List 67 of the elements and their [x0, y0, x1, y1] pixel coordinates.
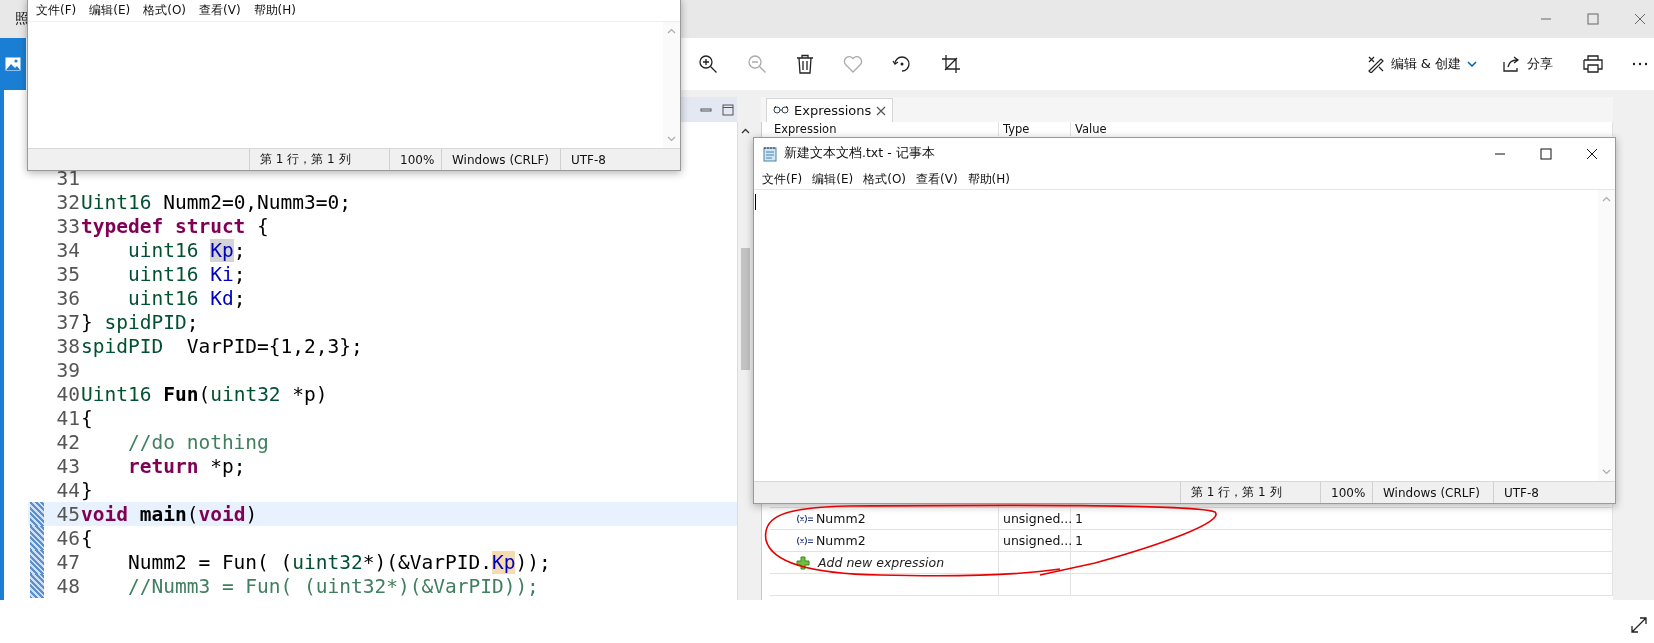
- table-cell: 1: [1071, 508, 1613, 529]
- window-title: 新建文本文档.txt - 记事本: [784, 145, 935, 162]
- status-text: 100%: [1321, 482, 1373, 503]
- code-line: typedef struct {: [81, 214, 269, 238]
- menu-item[interactable]: 文件(F): [762, 170, 803, 188]
- code-line: //do nothing: [126, 430, 269, 454]
- menu-item[interactable]: 帮助(H): [967, 170, 1010, 188]
- menu-item[interactable]: 编辑(E): [89, 1, 131, 19]
- column-header[interactable]: Expression: [770, 122, 999, 136]
- code-line: Uint16 Numm2=0,Numm3=0;: [81, 190, 352, 214]
- table-cell: 1: [1071, 530, 1613, 551]
- status-text: Windows (CRLF): [442, 149, 561, 170]
- line-number: 45: [55, 502, 80, 526]
- menu-item[interactable]: 查看(V): [199, 1, 241, 19]
- code-line: return *p;: [126, 454, 246, 478]
- column-header[interactable]: Value: [1071, 122, 1613, 136]
- menu-item[interactable]: 帮助(H): [253, 1, 296, 19]
- menu-item[interactable]: 文件(F): [36, 1, 77, 19]
- line-number: 43: [55, 454, 80, 478]
- line-number: 37: [55, 310, 80, 334]
- line-number: 41: [55, 406, 80, 430]
- line-number: 39: [55, 358, 80, 382]
- expression-name[interactable]: Numm2: [816, 533, 866, 548]
- line-number: 32: [55, 190, 80, 214]
- code-line: {: [81, 526, 93, 550]
- code-line: uint16 Ki;: [126, 262, 246, 286]
- code-line: Uint16 Fun(uint32 *p): [81, 382, 328, 406]
- menu-item[interactable]: 格式(O): [863, 170, 907, 188]
- line-number: 36: [55, 286, 80, 310]
- menu-item[interactable]: 编辑(E): [812, 170, 854, 188]
- menu-item[interactable]: 查看(V): [916, 170, 958, 188]
- window-title: 照: [15, 10, 29, 28]
- line-number: 44: [55, 478, 80, 502]
- expressions-tab[interactable]: Expressions: [766, 98, 894, 122]
- line-number: 42: [55, 430, 80, 454]
- expression-name[interactable]: Numm2: [816, 511, 866, 526]
- code-line: void main(void): [81, 502, 258, 526]
- line-number: 34: [55, 238, 80, 262]
- line-number: 46: [55, 526, 80, 550]
- status-text: 第 1 行，第 1 列: [250, 149, 390, 170]
- status-text: UTF-8: [570, 151, 606, 169]
- line-number: 40: [55, 382, 80, 406]
- code-line: } spidPID;: [81, 310, 199, 334]
- edit-create-button[interactable]: 编辑 & 创建: [1366, 55, 1477, 73]
- status-text: Windows (CRLF): [1373, 482, 1494, 503]
- line-number: 31: [55, 166, 80, 190]
- line-number: 47: [55, 550, 80, 574]
- add-expression-link[interactable]: Add new expression: [818, 555, 945, 570]
- menu-item[interactable]: 格式(O): [143, 1, 187, 19]
- status-text: 100%: [390, 149, 442, 170]
- code-line: }: [81, 478, 93, 502]
- status-text: 第 1 行，第 1 列: [1181, 482, 1321, 503]
- status-text: UTF-8: [1503, 484, 1539, 502]
- code-line: {: [81, 406, 93, 430]
- line-number: 33: [55, 214, 80, 238]
- code-line: Numm2 = Fun( (uint32*)(&VarPID.Kp));: [126, 550, 551, 574]
- line-number: 48: [55, 574, 80, 598]
- code-line: spidPID VarPID={1,2,3};: [81, 334, 363, 358]
- line-number: 38: [55, 334, 80, 358]
- code-line: //Numm3 = Fun( (uint32*)(&VarPID));: [126, 574, 539, 598]
- share-button[interactable]: 分享: [1503, 55, 1553, 73]
- table-cell: unsigned...: [999, 508, 1071, 529]
- column-header[interactable]: Type: [999, 122, 1071, 136]
- line-number: 35: [55, 262, 80, 286]
- table-cell: unsigned...: [999, 530, 1071, 551]
- code-line: uint16 Kp;: [126, 238, 246, 262]
- code-line: uint16 Kd;: [126, 286, 246, 310]
